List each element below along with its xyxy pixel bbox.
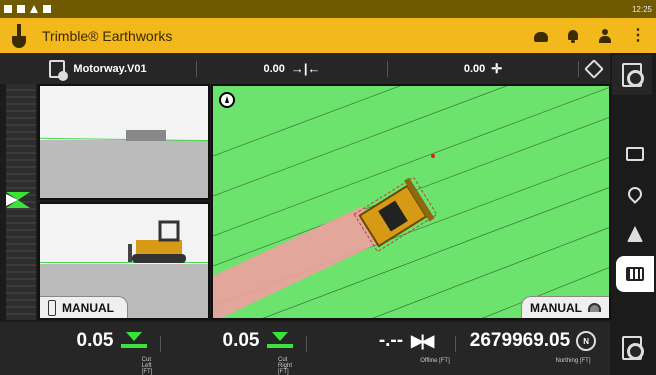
usb-icon [17,5,25,13]
road-icon [627,226,643,242]
offline-label: Offline [FT] [420,358,450,364]
cut-right-label: Cut Right [FT] [278,357,293,375]
horizontal-offset-icon: →|← [290,61,321,76]
bell-icon[interactable] [566,29,580,43]
app-title: Trimble® Earthworks [42,27,173,44]
system-status-bar: 12:25 [0,0,656,18]
readout-settings-icon [622,336,644,360]
flag-icon [626,147,644,161]
vertical-offset-readout[interactable]: 0.00 ✛ [388,53,578,84]
map-icon [626,267,644,281]
northing-value: 2679969.05 [469,330,571,351]
tab-location[interactable] [616,176,654,212]
vertical-offset-value: 0.00 [463,62,486,75]
design-file-icon [49,59,69,81]
dozer-side-icon [128,220,186,263]
cut-left-value: 0.05 [76,329,114,351]
divider [306,336,307,352]
plan-view-map[interactable]: MANUAL [211,84,611,320]
design-surface-line [40,137,208,142]
plan-view-canvas [213,86,609,318]
readout-settings-button[interactable] [612,328,652,368]
design-info-bar: Motorway.V01 0.00 →|← 0.00 ✛ [0,53,610,84]
cross-section-view[interactable] [38,84,210,200]
layers-icon [584,58,604,79]
tab-road[interactable] [616,216,654,252]
profile-view[interactable]: MANUAL [38,202,210,320]
cut-left-label: Cut Left [FT] [141,357,153,375]
tab-flag[interactable] [616,136,654,172]
offline-readout[interactable]: -.-- ▶|◀ Offline [FT] [360,322,450,375]
cut-left-readout[interactable]: 0.05 Cut Left [FT] [72,322,153,375]
right-tab-strip [612,126,656,296]
kebab-menu-icon[interactable]: ⋮ [630,27,646,43]
horizontal-offset-value: 0.00 [263,62,285,75]
machine-settings-button[interactable] [612,55,652,95]
clock: 12:25 [631,4,652,14]
map-orientation-icon[interactable] [219,92,235,108]
gauge-icon [588,303,601,312]
profile-mode-label: MANUAL [62,300,114,315]
north-compass-icon: N [576,331,597,351]
northing-label: Northing [FT] [555,358,591,364]
cloud-icon[interactable] [534,29,548,43]
map-view-mode-toggle[interactable]: MANUAL [521,296,609,318]
vertical-offset-icon: ✛ [491,60,503,76]
location-pin-icon [625,184,645,204]
settings-gear-icon [622,63,644,87]
cut-indicator-icon [121,331,148,350]
divider [160,336,161,352]
offline-value: -.-- [378,330,404,351]
notification-icon [4,5,12,13]
northing-readout[interactable]: 2679969.05 N Northing [FT] [458,322,608,375]
status-icons [4,5,51,13]
guidance-readout-bar: 0.05 Cut Left [FT] 0.05 Cut Right [FT] -… [0,322,610,375]
divider [455,336,456,352]
cut-right-readout[interactable]: 0.05 Cut Right [FT] [218,322,298,375]
cut-right-value: 0.05 [222,329,260,351]
app-bar-actions: ⋮ [534,27,646,43]
design-name: Motorway.V01 [73,62,147,75]
machine-silhouette [126,130,166,141]
download-icon [43,5,51,13]
cut-indicator-icon [267,331,294,350]
tab-map[interactable] [616,256,654,292]
shovel-logo-icon [10,23,28,48]
offline-arrows-icon: ▶|◀ [411,333,434,350]
on-grade-marker-icon [6,192,30,208]
profile-view-mode-toggle[interactable]: MANUAL [40,296,128,318]
person-icon[interactable] [598,28,612,43]
vertical-arrows-icon [48,299,56,316]
warning-icon [30,5,38,13]
app-bar: Trimble® Earthworks ⋮ [0,18,656,53]
design-selector[interactable]: Motorway.V01 [0,53,196,84]
map-mode-label: MANUAL [530,300,582,315]
layers-button[interactable] [579,53,609,84]
horizontal-offset-readout[interactable]: 0.00 →|← [197,53,387,84]
